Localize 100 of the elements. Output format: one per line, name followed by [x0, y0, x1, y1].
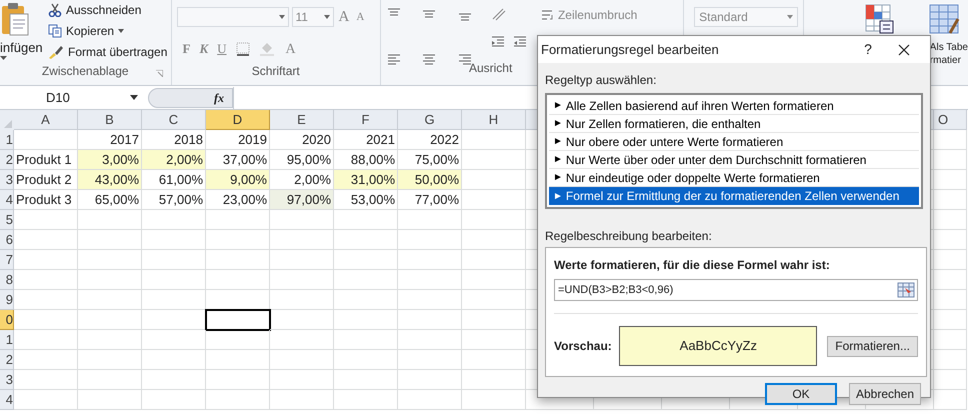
- format-as-table-label[interactable]: rmatier: [930, 54, 961, 67]
- border-icon[interactable]: [236, 42, 250, 56]
- caret-icon[interactable]: [0, 56, 7, 60]
- table-cell: [934, 330, 967, 350]
- table-cell: [334, 350, 398, 370]
- row-header[interactable]: 3: [0, 370, 14, 390]
- column-header[interactable]: C: [142, 110, 206, 130]
- table-cell: [934, 290, 967, 310]
- column-header[interactable]: H: [462, 110, 526, 130]
- indent-increase-icon[interactable]: [512, 35, 527, 49]
- name-box[interactable]: D10: [0, 88, 130, 108]
- column-header[interactable]: F: [334, 110, 398, 130]
- table-cell: [270, 350, 334, 370]
- table-cell: [206, 390, 270, 410]
- copy-icon: [48, 24, 62, 38]
- conditional-format-icon[interactable]: [864, 3, 894, 35]
- rule-type-item[interactable]: ► Nur Zellen formatieren, die enthalten: [549, 115, 919, 133]
- column-header[interactable]: G: [398, 110, 462, 130]
- wrap-text-icon[interactable]: [540, 9, 555, 21]
- table-cell: 3,00%: [78, 150, 142, 170]
- column-header[interactable]: B: [78, 110, 142, 130]
- cancel-button[interactable]: Abbrechen: [849, 383, 921, 405]
- table-cell: [270, 390, 334, 410]
- table-cell: [934, 270, 967, 290]
- table-cell: [14, 310, 78, 330]
- row-header[interactable]: 2: [0, 150, 14, 170]
- table-cell: [142, 290, 206, 310]
- row-header[interactable]: 4: [0, 190, 14, 210]
- table-cell: [14, 350, 78, 370]
- align-icon[interactable]: [422, 53, 436, 67]
- caret-icon[interactable]: [118, 29, 124, 33]
- row-header[interactable]: 8: [0, 270, 14, 290]
- rule-type-item[interactable]: ► Nur obere oder untere Werte formatieren: [549, 133, 919, 151]
- row-header[interactable]: 3: [0, 170, 14, 190]
- table-cell: [78, 230, 142, 250]
- table-cell: [78, 210, 142, 230]
- caret-icon[interactable]: [130, 95, 138, 100]
- formula-label: Werte formatieren, für die diese Formel wahr ist:: [554, 257, 831, 274]
- table-cell: [934, 170, 967, 190]
- table-cell: [14, 250, 78, 270]
- row-header[interactable]: 4: [0, 390, 14, 410]
- table-cell: [270, 310, 334, 330]
- close-icon[interactable]: [898, 44, 910, 56]
- column-header[interactable]: E: [270, 110, 334, 130]
- function-button[interactable]: fx: [214, 88, 224, 106]
- column-header[interactable]: O: [934, 110, 967, 130]
- table-cell: 2022: [398, 130, 462, 150]
- copy-button[interactable]: Kopieren: [66, 22, 114, 40]
- formula-bar-handle[interactable]: fx: [148, 88, 233, 108]
- rule-type-item[interactable]: ► Formel zur Ermittlung der zu formatierenden Zellen verwenden: [549, 187, 919, 205]
- preview-box: AaBbCcYyZz: [619, 326, 818, 366]
- triangle-icon: ►: [553, 152, 563, 167]
- column-header[interactable]: A: [14, 110, 78, 130]
- format-button[interactable]: Formatieren...: [827, 336, 918, 356]
- format-painter-button[interactable]: Format übertragen: [68, 43, 168, 61]
- row-header[interactable]: 2: [0, 350, 14, 370]
- table-cell: [334, 290, 398, 310]
- font-name-field[interactable]: [176, 7, 289, 28]
- table-cell: [334, 330, 398, 350]
- triangle-icon: ►: [553, 116, 563, 131]
- table-cell: [398, 330, 462, 350]
- row-header[interactable]: 1: [0, 330, 14, 350]
- table-cell: 2020: [270, 130, 334, 150]
- row-header[interactable]: 9: [0, 290, 14, 310]
- caret-icon[interactable]: [278, 15, 285, 20]
- indent-decrease-icon[interactable]: [490, 35, 505, 49]
- table-cell: [334, 310, 398, 330]
- ok-button[interactable]: OK: [765, 383, 837, 405]
- table-cell: 95,00%: [270, 150, 334, 170]
- table-cell: 77,00%: [398, 190, 462, 210]
- table-cell: [78, 290, 142, 310]
- align-icon[interactable]: [386, 53, 401, 67]
- table-cell: [462, 390, 526, 410]
- column-header[interactable]: D: [206, 110, 270, 130]
- group-label: Zwischenablage: [42, 63, 129, 80]
- cut-button[interactable]: Ausschneiden: [66, 1, 142, 19]
- table-cell: [334, 270, 398, 290]
- row-header[interactable]: 6: [0, 230, 14, 250]
- formula-field[interactable]: =UND(B3>B2;B3<0,96): [554, 279, 918, 301]
- dialog-launcher-icon[interactable]: [156, 70, 163, 77]
- caret-icon[interactable]: [324, 15, 330, 20]
- rule-type-item[interactable]: ► Nur Werte über oder unter dem Durchschnitt formatieren: [549, 151, 919, 169]
- rule-type-item[interactable]: ► Alle Zellen basierend auf ihren Werten formatieren: [549, 97, 919, 115]
- table-cell: [206, 270, 270, 290]
- clipboard-icon[interactable]: [0, 2, 30, 36]
- table-cell: [206, 230, 270, 250]
- row-header[interactable]: 1: [0, 130, 14, 150]
- table-cell: [334, 370, 398, 390]
- group-label: Schriftart: [252, 63, 300, 80]
- row-header[interactable]: 7: [0, 250, 14, 270]
- table-cell: [14, 330, 78, 350]
- row-header[interactable]: 5: [0, 210, 14, 230]
- paste-label[interactable]: infügen: [0, 40, 43, 56]
- table-cell: 2,00%: [142, 150, 206, 170]
- table-cell: 31,00%: [334, 170, 398, 190]
- row-header[interactable]: 0: [0, 310, 14, 330]
- table-cell: [142, 270, 206, 290]
- table-cell: [934, 130, 967, 150]
- help-button[interactable]: ?: [848, 39, 888, 60]
- range-select-icon[interactable]: [897, 282, 915, 298]
